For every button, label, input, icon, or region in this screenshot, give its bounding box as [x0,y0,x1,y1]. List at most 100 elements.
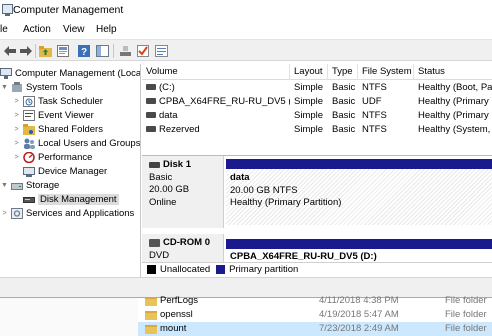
disk-name: CD-ROM 0 [163,237,210,248]
status-cell: Healthy (Boot, Pa [418,82,492,93]
tree-label: Storage [26,179,60,191]
chevron-down-icon[interactable]: ▼ [0,182,9,189]
event-viewer-icon [23,109,35,121]
tree-item-shared-folders[interactable]: > Shared Folders [12,122,103,136]
menu-bar: le Action View Help [0,20,492,39]
refresh-view-icon[interactable] [154,44,168,58]
back-arrow-icon[interactable] [3,44,17,58]
computer-icon [0,67,12,79]
legend: Unallocated Primary partition [142,262,492,276]
list-item[interactable]: openssl 4/19/2018 5:47 AM File folder [138,308,492,322]
folder-up-icon[interactable] [38,44,52,58]
table-row[interactable]: CPBA_X64FRE_RU-RU_DV5 (D:) Simple Basic … [142,94,492,109]
volume-icon [146,84,156,91]
table-row[interactable]: Rezerved Simple Basic NTFS Healthy (Syst… [142,122,492,137]
tree-item-task-scheduler[interactable]: > Task Scheduler [12,94,103,108]
partition-name: CPBA_X64FRE_RU-RU_DV5 (D:) [230,251,377,262]
table-row[interactable]: (C:) Simple Basic NTFS Healthy (Boot, Pa [142,80,492,95]
list-item[interactable]: PerfLogs 4/11/2018 4:38 PM File folder [138,294,492,308]
chevron-down-icon[interactable]: ▼ [0,84,9,91]
chevron-right-icon[interactable]: > [12,112,21,119]
folder-icon [145,297,157,306]
navigation-tree: Computer Management (Local ▼ System Tool… [0,64,141,280]
partition-data[interactable]: data 20.00 GB NTFS Healthy (Primary Part… [226,159,492,225]
menu-file[interactable]: le [0,24,8,35]
chevron-right-icon[interactable]: > [0,210,9,217]
table-row[interactable]: data Simple Basic NTFS Healthy (Primary [142,108,492,123]
tree-item-local-users-and-groups[interactable]: > Local Users and Groups [12,136,140,150]
tree-label: Event Viewer [38,109,94,121]
column-header-file-system[interactable]: File System [358,64,414,80]
volume-icon [146,98,156,105]
partition-size: 20.00 GB NTFS [230,184,298,196]
file-type: File folder [445,323,487,334]
shared-folder-icon [23,123,35,135]
cdrom-0-label[interactable]: CD-ROM 0 DVD [142,234,224,262]
file-name: openssl [160,309,193,320]
menu-action[interactable]: Action [23,24,51,35]
checklist-icon[interactable] [136,44,150,58]
title-bar: Computer Management [0,0,492,20]
help-icon[interactable]: ? [77,44,91,58]
primary-partition-bar [226,239,492,249]
tree-label: Disk Management [38,193,119,205]
services-icon [11,207,23,219]
tree-item-services-and-applications[interactable]: > Services and Applications [0,206,134,220]
menu-view[interactable]: View [63,24,85,35]
users-icon [23,138,35,149]
file-date: 4/19/2018 5:47 AM [319,309,399,320]
chevron-right-icon[interactable]: > [12,126,21,133]
tree-item-storage[interactable]: ▼ Storage [0,178,59,192]
tree-label: System Tools [26,81,83,93]
chevron-right-icon[interactable]: > [12,140,21,147]
list-item[interactable]: mount 7/23/2018 2:49 AM File folder [138,322,492,336]
connect-drive-icon[interactable] [118,44,132,58]
file-explorer-window: PerfLogs 4/11/2018 4:38 PM File folder o… [0,294,492,336]
partition-name: data [230,172,250,183]
forward-arrow-icon[interactable] [19,44,33,58]
device-manager-icon [23,166,35,177]
tree-label: Local Users and Groups [38,137,141,149]
disk-size: 20.00 GB [149,184,190,195]
volume-list-header: Volume Layout Type File System Status [142,64,492,80]
show-hide-icon[interactable] [95,44,109,58]
layout-cell: Simple [294,96,324,107]
column-header-type[interactable]: Type [328,64,358,80]
tree-label: Task Scheduler [38,95,103,107]
menu-help[interactable]: Help [96,24,117,35]
performance-icon [23,151,35,163]
tree-label: Performance [38,151,93,163]
tree-item-disk-management[interactable]: Disk Management [23,192,119,206]
file-system-cell: NTFS [362,124,387,135]
tree-item-computer-management[interactable]: Computer Management (Local [0,66,140,80]
chevron-right-icon[interactable]: > [12,98,21,105]
folder-icon [145,311,157,320]
disk-type: Basic [149,171,173,183]
system-tools-icon [11,81,23,93]
primary-partition-swatch [216,265,226,274]
disk-icon [149,162,160,169]
chevron-right-icon[interactable]: > [12,154,21,161]
properties-icon[interactable] [56,44,70,58]
volume-cell: (C:) [142,80,290,95]
column-header-layout[interactable]: Layout [290,64,328,80]
tree-item-system-tools[interactable]: ▼ System Tools [0,80,82,94]
partition-cdrom[interactable]: CPBA_X64FRE_RU-RU_DV5 (D:) [226,239,492,262]
column-header-status[interactable]: Status [414,64,492,80]
column-header-volume[interactable]: Volume [142,64,290,80]
type-cell: Basic [332,124,356,135]
file-type: File folder [445,309,487,320]
volume-icon [146,112,156,119]
disk-1-label[interactable]: Disk 1 Basic 20.00 GB Online [142,156,224,228]
tree-item-performance[interactable]: > Performance [12,150,92,164]
status-cell: Healthy (System, [418,124,491,135]
type-cell: Basic [332,110,356,121]
volume-icon [146,126,156,133]
volume-cell: data [142,108,290,123]
tree-label: Shared Folders [38,123,103,135]
tree-item-event-viewer[interactable]: > Event Viewer [12,108,94,122]
folder-icon [145,325,157,334]
disk-state: Online [149,196,177,208]
legend-primary: Primary partition [229,264,299,275]
tree-item-device-manager[interactable]: Device Manager [23,164,107,178]
